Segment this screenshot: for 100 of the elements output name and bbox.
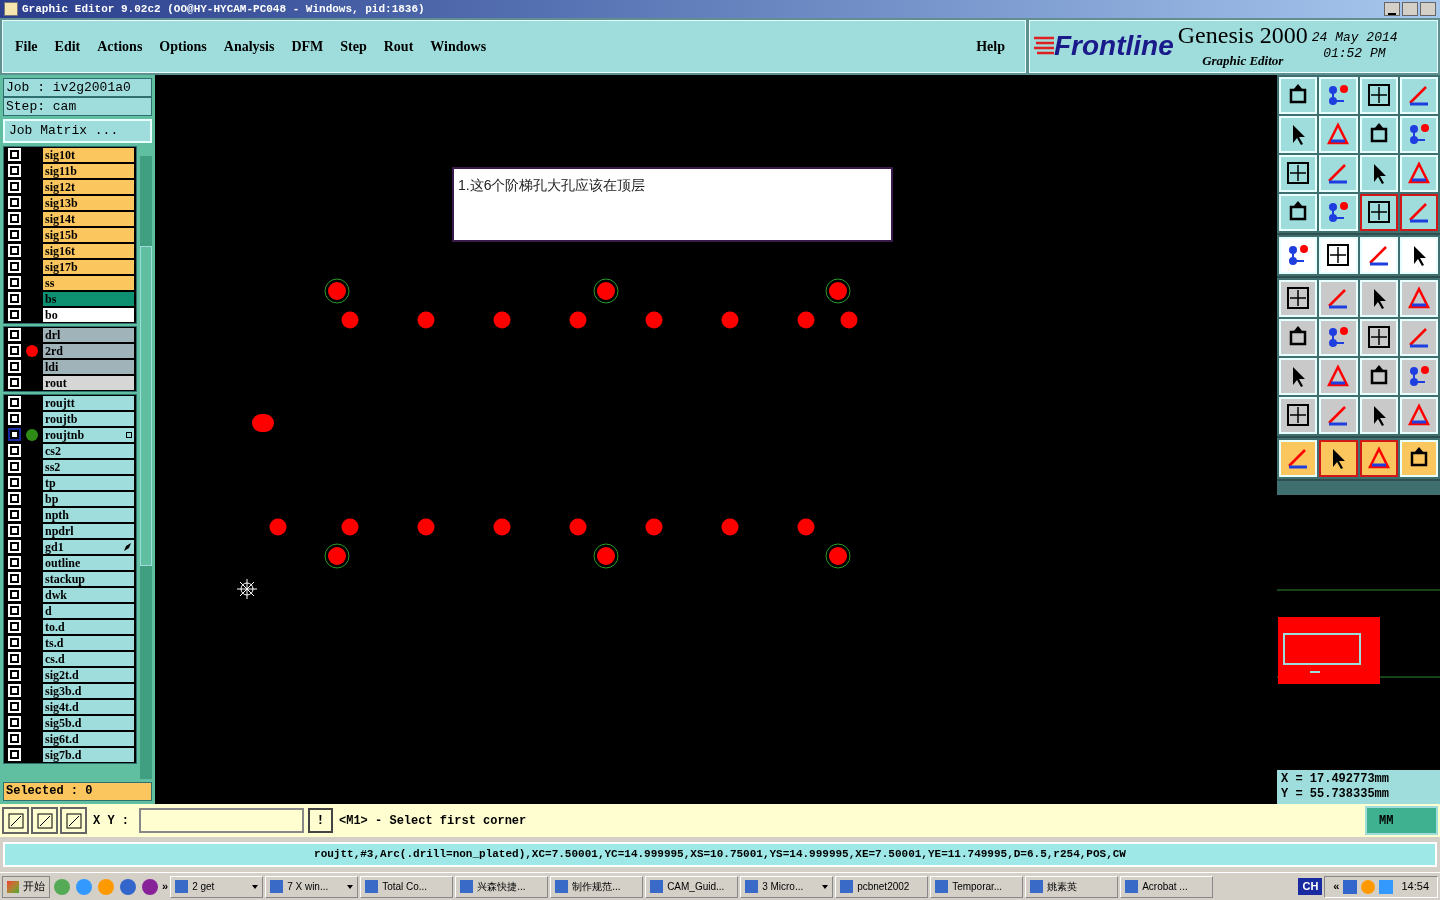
layer-checkbox[interactable] [8, 684, 21, 698]
layer-checkbox[interactable] [8, 164, 21, 178]
layer-row[interactable]: sig12t [5, 179, 135, 194]
layer-checkbox[interactable] [8, 228, 21, 242]
layer-row[interactable]: d [5, 603, 135, 618]
job-matrix-button[interactable]: Job Matrix ... [3, 118, 152, 143]
minimize-button[interactable] [1384, 2, 1400, 16]
layer-checkbox[interactable] [8, 748, 21, 762]
layer-row[interactable]: ss2 [5, 459, 135, 474]
layer-checkbox[interactable] [8, 476, 21, 490]
layer-row[interactable]: sig11b [5, 163, 135, 178]
tool-button[interactable] [1319, 439, 1358, 477]
layer-row[interactable]: roujtnb [5, 427, 135, 442]
layer-item[interactable]: to.d [43, 619, 134, 634]
task-button[interactable]: 姚素英 [1025, 875, 1119, 898]
layer-item[interactable]: outline [43, 555, 134, 570]
layer-row[interactable]: bs [5, 291, 135, 306]
snap-button[interactable] [2, 807, 29, 835]
layer-item[interactable]: ss2 [43, 459, 134, 474]
layer-row[interactable]: sig4t.d [5, 699, 135, 714]
layer-checkbox[interactable] [8, 732, 21, 746]
task-button[interactable]: 兴森快捷... [455, 875, 549, 898]
layer-item[interactable]: sig10t [43, 147, 134, 162]
layer-row[interactable]: drl [5, 327, 135, 342]
task-button[interactable]: 3 Micro... [740, 875, 834, 898]
close-button[interactable] [1420, 2, 1436, 16]
task-button[interactable]: Total Co... [360, 875, 454, 898]
layer-checkbox[interactable] [8, 260, 21, 274]
layer-item[interactable]: bp [43, 491, 134, 506]
layer-item[interactable]: ldi [43, 359, 134, 374]
layer-row[interactable]: bo [5, 307, 135, 322]
snap-button[interactable] [60, 807, 87, 835]
menu-item[interactable]: Rout [383, 35, 414, 57]
layer-item[interactable]: sig7b.d [43, 747, 134, 762]
layer-scrollbar[interactable] [140, 145, 152, 780]
xy-input-field[interactable] [139, 808, 304, 834]
task-button[interactable]: pcbnet2002 [835, 875, 929, 898]
layer-checkbox[interactable] [8, 700, 21, 714]
restore-button[interactable] [1402, 2, 1418, 16]
layer-item[interactable]: npdrl [43, 523, 134, 538]
layer-row[interactable]: sig14t [5, 211, 135, 226]
layer-checkbox[interactable] [8, 508, 21, 522]
layer-checkbox[interactable] [8, 492, 21, 506]
layer-row[interactable]: bp [5, 491, 135, 506]
layer-checkbox[interactable] [8, 360, 21, 374]
layer-row[interactable]: roujtb [5, 411, 135, 426]
layer-checkbox[interactable] [8, 412, 21, 426]
layer-checkbox[interactable] [8, 344, 21, 358]
layer-item[interactable]: gd1 [43, 539, 134, 554]
layer-row[interactable]: sig15b [5, 227, 135, 242]
layer-row[interactable]: npdrl [5, 523, 135, 538]
task-button[interactable]: 7 X win... [265, 875, 359, 898]
layer-item[interactable]: sig11b [43, 163, 134, 178]
layer-item[interactable]: sig14t [43, 211, 134, 226]
task-button[interactable]: 2 get [170, 875, 264, 898]
layer-row[interactable]: ldi [5, 359, 135, 374]
layer-row[interactable]: sig17b [5, 259, 135, 274]
layer-row[interactable]: sig10t [5, 147, 135, 162]
layer-checkbox[interactable] [8, 244, 21, 258]
scroll-thumb[interactable] [140, 245, 152, 566]
layer-item[interactable]: 2rd [43, 343, 134, 358]
layer-checkbox[interactable] [8, 444, 21, 458]
layer-row[interactable]: rout [5, 375, 135, 390]
layer-row[interactable]: roujtt [5, 395, 135, 410]
layer-row[interactable]: ss [5, 275, 135, 290]
layer-row[interactable]: dwk [5, 587, 135, 602]
layer-item[interactable]: roujtt [43, 395, 134, 410]
layer-item[interactable]: npth [43, 507, 134, 522]
menu-item[interactable]: Step [340, 35, 367, 57]
layer-row[interactable]: sig13b [5, 195, 135, 210]
units-dropdown[interactable]: MM [1365, 806, 1438, 836]
layer-checkbox[interactable] [8, 328, 21, 342]
tool-button[interactable] [1359, 193, 1398, 231]
layer-row[interactable]: stackup [5, 571, 135, 586]
layer-checkbox[interactable] [8, 524, 21, 538]
task-button[interactable]: 制作规范... [550, 875, 644, 898]
menu-item[interactable]: Windows [430, 35, 487, 57]
quick-launch-icon[interactable] [120, 878, 136, 895]
layer-row[interactable]: cs.d [5, 651, 135, 666]
layer-checkbox[interactable] [8, 376, 21, 390]
layer-item[interactable]: ts.d [43, 635, 134, 650]
layer-row[interactable]: outline [5, 555, 135, 570]
layer-item[interactable]: d [43, 603, 134, 618]
layer-item[interactable]: sig17b [43, 259, 134, 274]
layer-row[interactable]: sig6t.d [5, 731, 135, 746]
layer-row[interactable]: to.d [5, 619, 135, 634]
layer-checkbox[interactable] [8, 604, 21, 618]
layer-item[interactable]: sig15b [43, 227, 134, 242]
layer-row[interactable]: sig7b.d [5, 747, 135, 762]
layer-checkbox[interactable] [8, 620, 21, 634]
alert-button[interactable]: ! [308, 808, 333, 834]
layer-checkbox[interactable] [8, 196, 21, 210]
layer-item[interactable]: bo [43, 307, 134, 322]
layer-row[interactable]: ts.d [5, 635, 135, 650]
layer-item[interactable]: sig12t [43, 179, 134, 194]
more-arrows[interactable]: » [162, 878, 169, 895]
layer-item[interactable]: sig16t [43, 243, 134, 258]
menu-item[interactable]: DFM [291, 35, 324, 57]
layer-item[interactable]: sig2t.d [43, 667, 134, 682]
help-menu[interactable]: Help [976, 35, 1005, 57]
